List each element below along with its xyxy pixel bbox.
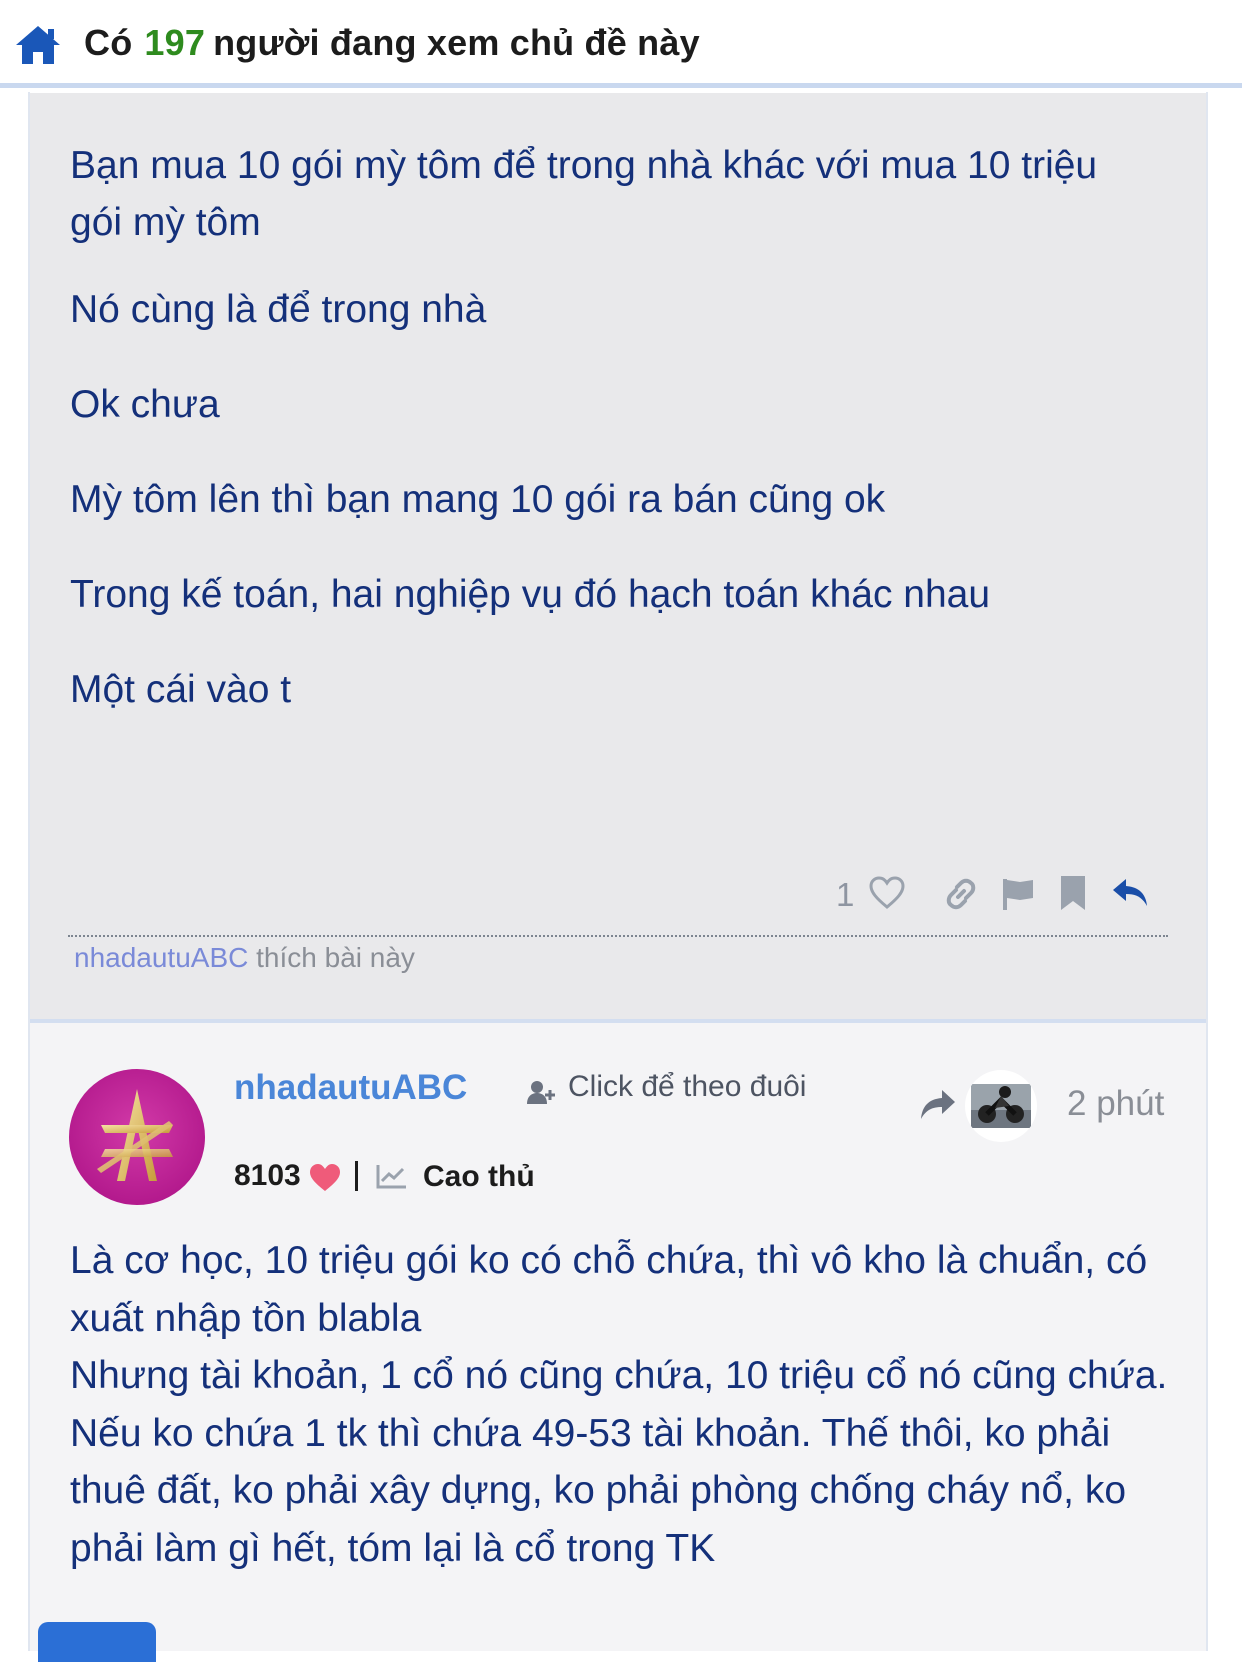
reply-icon[interactable] [1110,876,1150,910]
post-body-text: Là cơ học, 10 triệu gói ko có chỗ chứa, … [70,1239,1168,1570]
liked-by-text: nhadautuABC thích bài này [74,942,415,974]
viewer-prefix: Có [84,22,133,63]
post-line: Trong kế toán, hai nghiệp vụ đó hạch toá… [70,573,991,616]
share-icon[interactable] [918,1086,958,1122]
user-avatar[interactable] [69,1069,205,1205]
post-line: Bạn mua 10 gói mỳ tôm để trong nhà khác … [70,144,1098,244]
user-rank: Cao thủ [423,1160,535,1193]
user-badge-thumbnail [965,1070,1037,1142]
heart-outline-icon[interactable] [868,876,906,910]
user-points: 8103 [234,1159,301,1192]
post-author-name[interactable]: nhadautuABC [234,1068,467,1108]
post-line: Mỳ tôm lên thì bạn mang 10 gói ra bán cũ… [70,478,886,521]
post-body: Là cơ học, 10 triệu gói ko có chỗ chứa, … [70,1232,1180,1577]
home-icon[interactable] [14,24,62,66]
viewer-count-text: Có 197 người đang xem chủ đề này [84,22,700,64]
viewer-count: 197 [144,22,206,63]
heart-icon [310,1164,340,1191]
likes-divider [68,935,1168,937]
post-line: Một cái vào t [70,668,292,711]
liked-by-user-link[interactable]: nhadautuABC [74,942,248,973]
motorbike-icon [971,1084,1031,1128]
flag-icon[interactable] [1000,876,1036,912]
follow-user-icon[interactable] [526,1078,556,1106]
follow-button[interactable]: Click để theo đuôi [568,1070,806,1104]
rank-chart-icon [376,1165,406,1189]
liked-by-label: thích bài này [256,942,415,973]
like-count: 1 [836,876,855,913]
bookmark-icon[interactable] [1058,874,1088,912]
viewer-suffix: người đang xem chủ đề này [213,22,700,63]
link-icon[interactable] [943,876,979,912]
post-line: Ok chưa [70,383,220,426]
post-line: Nó cùng là để trong nhà [70,288,487,331]
topic-header: Có 197 người đang xem chủ đề này [0,0,1242,88]
stats-separator [355,1161,358,1191]
action-button[interactable] [38,1622,156,1662]
post-time[interactable]: 2 phút [1067,1084,1164,1124]
